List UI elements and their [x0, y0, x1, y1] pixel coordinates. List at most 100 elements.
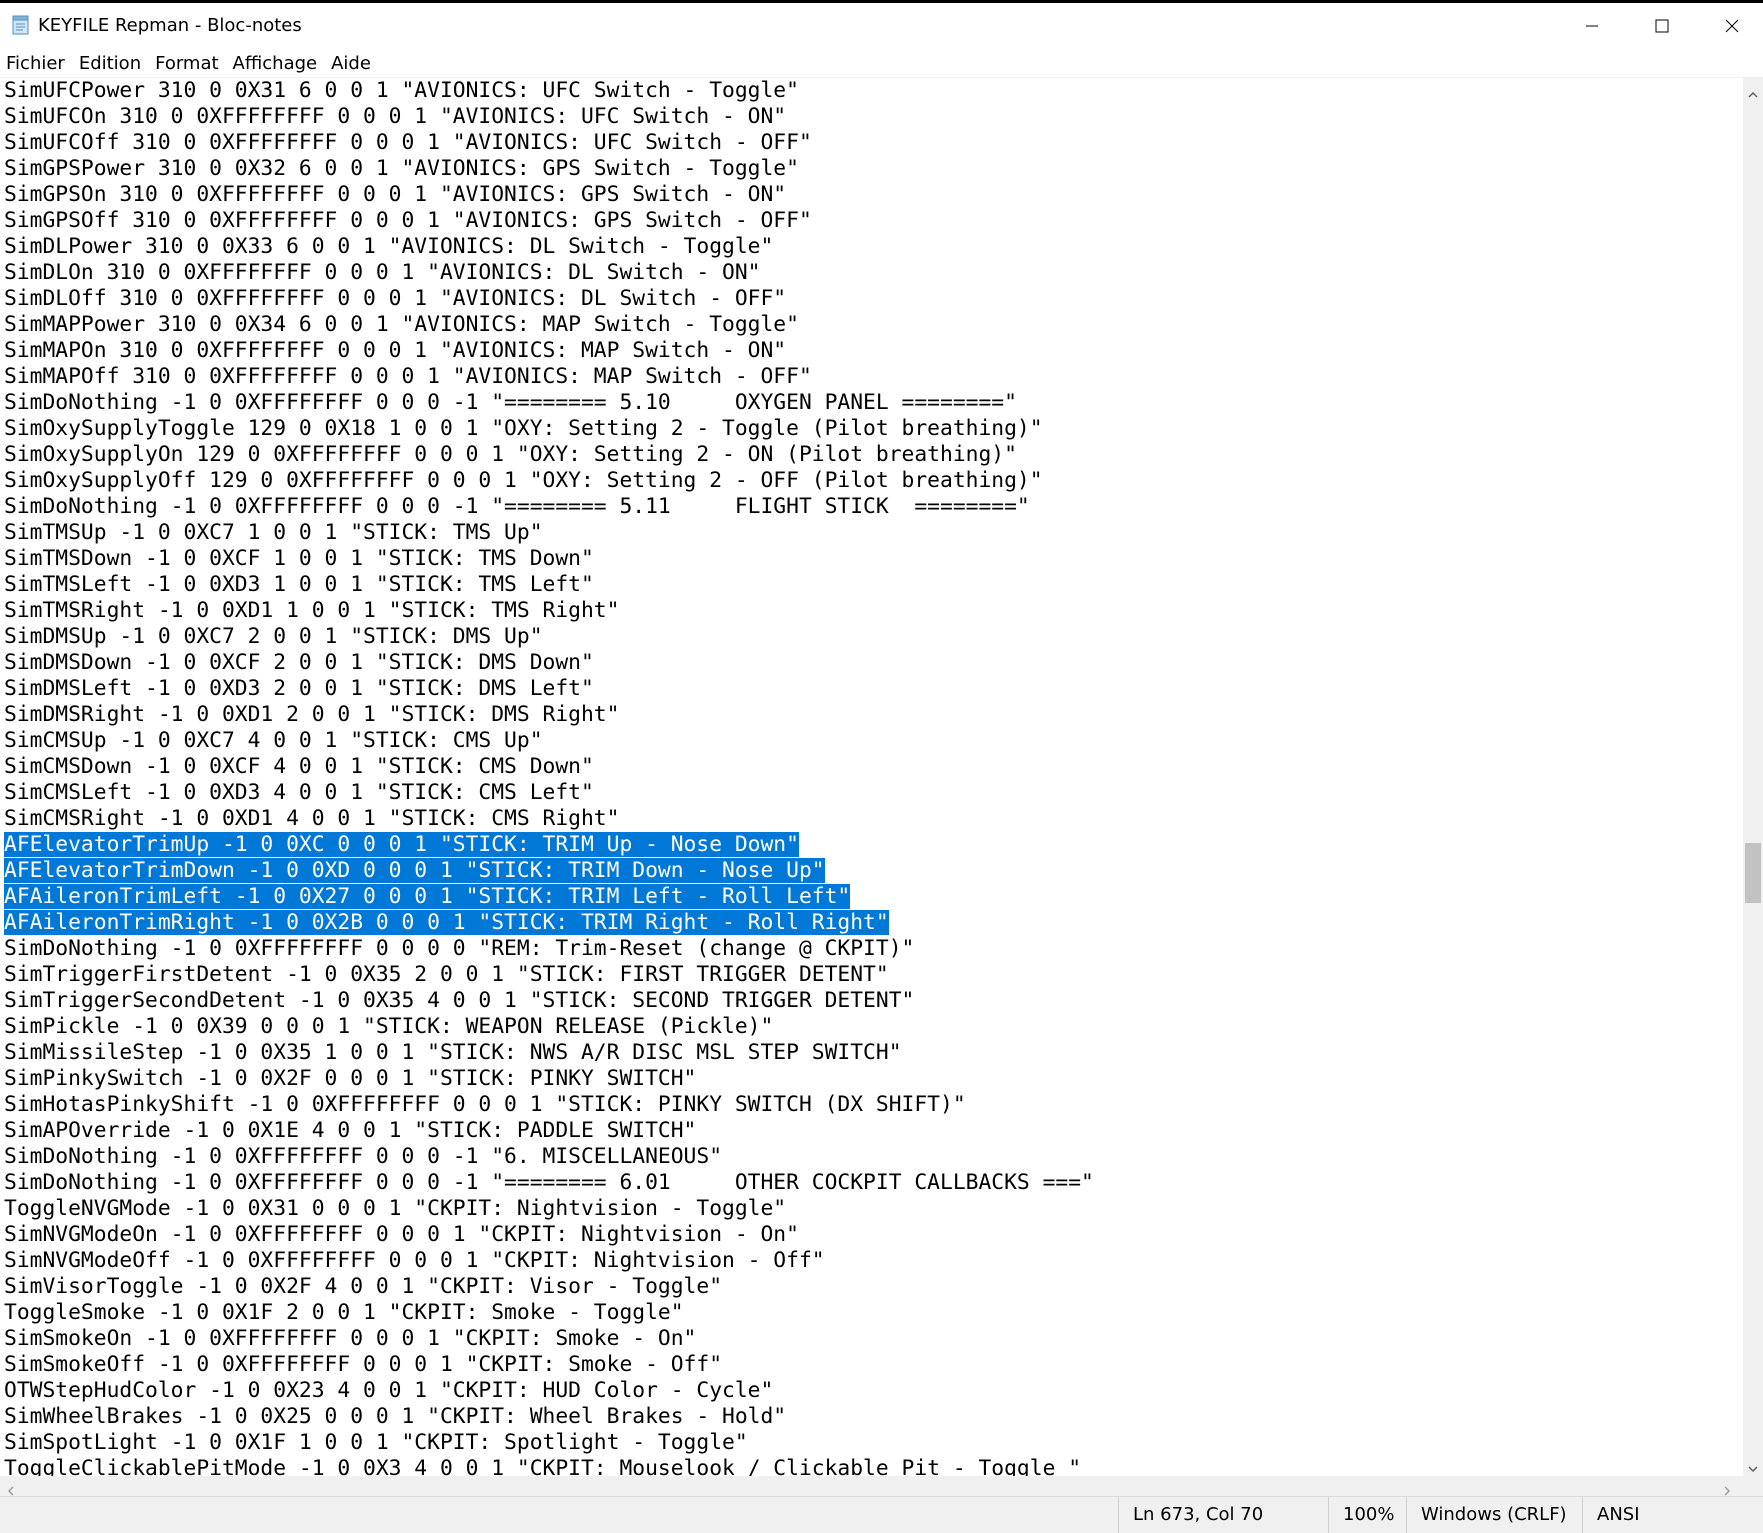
maximize-icon — [1654, 18, 1670, 38]
text-line-content: SimTMSRight -1 0 0XD1 1 0 0 1 "STICK: TM… — [4, 598, 620, 623]
selected-text-line: AFAileronTrimRight -1 0 0X2B 0 0 0 1 "ST… — [4, 910, 1094, 936]
text-line-content: AFElevatorTrimUp -1 0 0XC 0 0 0 1 "STICK… — [4, 832, 799, 857]
text-line-content: SimDMSLeft -1 0 0XD3 2 0 0 1 "STICK: DMS… — [4, 676, 594, 701]
text-line: SimOxySupplyOn 129 0 0XFFFFFFFF 0 0 0 1 … — [4, 442, 1094, 468]
vertical-scrollbar[interactable] — [1743, 77, 1763, 1476]
text-line-content: SimDMSRight -1 0 0XD1 2 0 0 1 "STICK: DM… — [4, 702, 620, 727]
text-line-content: SimTMSLeft -1 0 0XD3 1 0 0 1 "STICK: TMS… — [4, 572, 594, 597]
minimize-icon — [1584, 18, 1600, 38]
text-line-content: SimHotasPinkyShift -1 0 0XFFFFFFFF 0 0 0… — [4, 1092, 966, 1117]
scroll-down-icon[interactable] — [1748, 1459, 1758, 1473]
menu-bar: Fichier Edition Format Affichage Aide — [0, 49, 1763, 77]
text-line: SimDoNothing -1 0 0XFFFFFFFF 0 0 0 0 "RE… — [4, 936, 1094, 962]
horizontal-scrollbar[interactable] — [0, 1476, 1743, 1496]
text-line-content: SimDLOn 310 0 0XFFFFFFFF 0 0 0 1 "AVIONI… — [4, 260, 761, 285]
text-line: SimCMSUp -1 0 0XC7 4 0 0 1 "STICK: CMS U… — [4, 728, 1094, 754]
text-line-content: SimOxySupplyOn 129 0 0XFFFFFFFF 0 0 0 1 … — [4, 442, 1017, 467]
scrollbar-corner — [1743, 1476, 1763, 1496]
text-line: SimTMSDown -1 0 0XCF 1 0 0 1 "STICK: TMS… — [4, 546, 1094, 572]
text-editor[interactable]: SimUFCPower 310 0 0X31 6 0 0 1 "AVIONICS… — [0, 77, 1743, 1477]
text-line: SimUFCPower 310 0 0X31 6 0 0 1 "AVIONICS… — [4, 78, 1094, 104]
close-button[interactable] — [1697, 6, 1763, 50]
scroll-right-icon[interactable] — [1722, 1481, 1732, 1496]
text-line-content: SimUFCOff 310 0 0XFFFFFFFF 0 0 0 1 "AVIO… — [4, 130, 812, 155]
text-line-content: SimCMSRight -1 0 0XD1 4 0 0 1 "STICK: CM… — [4, 806, 620, 831]
vertical-scroll-thumb[interactable] — [1745, 843, 1761, 903]
text-line-content: ToggleClickablePitMode -1 0 0X3 4 0 0 1 … — [4, 1456, 1082, 1477]
text-line: OTWStepHudColor -1 0 0X23 4 0 0 1 "CKPIT… — [4, 1378, 1094, 1404]
text-line: SimSmokeOff -1 0 0XFFFFFFFF 0 0 0 1 "CKP… — [4, 1352, 1094, 1378]
text-line-content: SimPinkySwitch -1 0 0X2F 0 0 0 1 "STICK:… — [4, 1066, 697, 1091]
text-line-content: SimUFCPower 310 0 0X31 6 0 0 1 "AVIONICS… — [4, 78, 799, 103]
text-line-content: SimGPSPower 310 0 0X32 6 0 0 1 "AVIONICS… — [4, 156, 799, 181]
maximize-button[interactable] — [1627, 6, 1697, 50]
text-line-content: AFAileronTrimRight -1 0 0X2B 0 0 0 1 "ST… — [4, 910, 889, 935]
minimize-button[interactable] — [1557, 6, 1627, 50]
status-bar: Ln 673, Col 70 100% Windows (CRLF) ANSI — [0, 1496, 1763, 1533]
text-line: SimUFCOff 310 0 0XFFFFFFFF 0 0 0 1 "AVIO… — [4, 130, 1094, 156]
text-line: SimMAPOn 310 0 0XFFFFFFFF 0 0 0 1 "AVION… — [4, 338, 1094, 364]
text-line-content: SimWheelBrakes -1 0 0X25 0 0 0 1 "CKPIT:… — [4, 1404, 787, 1429]
text-line: SimGPSOn 310 0 0XFFFFFFFF 0 0 0 1 "AVION… — [4, 182, 1094, 208]
menu-affichage[interactable]: Affichage — [233, 53, 318, 74]
scroll-up-icon[interactable] — [1748, 85, 1758, 98]
text-line: SimCMSDown -1 0 0XCF 4 0 0 1 "STICK: CMS… — [4, 754, 1094, 780]
text-line: SimDMSDown -1 0 0XCF 2 0 0 1 "STICK: DMS… — [4, 650, 1094, 676]
text-line: SimNVGModeOn -1 0 0XFFFFFFFF 0 0 0 1 "CK… — [4, 1222, 1094, 1248]
text-line-content: SimDoNothing -1 0 0XFFFFFFFF 0 0 0 -1 "6… — [4, 1144, 723, 1169]
text-line: SimDMSUp -1 0 0XC7 2 0 0 1 "STICK: DMS U… — [4, 624, 1094, 650]
text-line-content: SimCMSLeft -1 0 0XD3 4 0 0 1 "STICK: CMS… — [4, 780, 594, 805]
text-line-content: SimSmokeOff -1 0 0XFFFFFFFF 0 0 0 1 "CKP… — [4, 1352, 723, 1377]
text-line: SimNVGModeOff -1 0 0XFFFFFFFF 0 0 0 1 "C… — [4, 1248, 1094, 1274]
text-line-content: SimSmokeOn -1 0 0XFFFFFFFF 0 0 0 1 "CKPI… — [4, 1326, 697, 1351]
line-ending: Windows (CRLF) — [1406, 1497, 1582, 1533]
text-line-content: SimVisorToggle -1 0 0X2F 4 0 0 1 "CKPIT:… — [4, 1274, 723, 1299]
text-line: SimDoNothing -1 0 0XFFFFFFFF 0 0 0 -1 "6… — [4, 1144, 1094, 1170]
text-line: SimWheelBrakes -1 0 0X25 0 0 0 1 "CKPIT:… — [4, 1404, 1094, 1430]
text-line: SimSmokeOn -1 0 0XFFFFFFFF 0 0 0 1 "CKPI… — [4, 1326, 1094, 1352]
text-line: SimTriggerFirstDetent -1 0 0X35 2 0 0 1 … — [4, 962, 1094, 988]
zoom-level: 100% — [1328, 1497, 1406, 1533]
menu-format[interactable]: Format — [155, 53, 218, 74]
text-line-content: SimOxySupplyOff 129 0 0XFFFFFFFF 0 0 0 1… — [4, 468, 1043, 493]
text-line: SimDLPower 310 0 0X33 6 0 0 1 "AVIONICS:… — [4, 234, 1094, 260]
text-line: SimCMSLeft -1 0 0XD3 4 0 0 1 "STICK: CMS… — [4, 780, 1094, 806]
text-line-content: SimUFCOn 310 0 0XFFFFFFFF 0 0 0 1 "AVION… — [4, 104, 787, 129]
menu-edition[interactable]: Edition — [79, 53, 141, 74]
text-line-content: SimCMSDown -1 0 0XCF 4 0 0 1 "STICK: CMS… — [4, 754, 594, 779]
text-line-content: SimDMSUp -1 0 0XC7 2 0 0 1 "STICK: DMS U… — [4, 624, 543, 649]
text-line-content: SimTriggerSecondDetent -1 0 0X35 4 0 0 1… — [4, 988, 915, 1013]
text-line: SimSpotLight -1 0 0X1F 1 0 0 1 "CKPIT: S… — [4, 1430, 1094, 1456]
text-line-content: SimOxySupplyToggle 129 0 0X18 1 0 0 1 "O… — [4, 416, 1043, 441]
text-line-content: SimDLOff 310 0 0XFFFFFFFF 0 0 0 1 "AVION… — [4, 286, 787, 311]
cursor-position: Ln 673, Col 70 — [1118, 1497, 1328, 1533]
text-line: ToggleNVGMode -1 0 0X31 0 0 0 1 "CKPIT: … — [4, 1196, 1094, 1222]
text-line: ToggleClickablePitMode -1 0 0X3 4 0 0 1 … — [4, 1456, 1094, 1477]
text-line-content: SimNVGModeOn -1 0 0XFFFFFFFF 0 0 0 1 "CK… — [4, 1222, 799, 1247]
text-line-content: AFAileronTrimLeft -1 0 0X27 0 0 0 1 "STI… — [4, 884, 851, 909]
text-line-content: SimDoNothing -1 0 0XFFFFFFFF 0 0 0 -1 "=… — [4, 390, 1017, 415]
text-line-content: SimMissileStep -1 0 0X35 1 0 0 1 "STICK:… — [4, 1040, 902, 1065]
text-line-content: AFElevatorTrimDown -1 0 0XD 0 0 0 1 "STI… — [4, 858, 825, 883]
text-line-content: ToggleNVGMode -1 0 0X31 0 0 0 1 "CKPIT: … — [4, 1196, 787, 1221]
text-line: SimGPSOff 310 0 0XFFFFFFFF 0 0 0 1 "AVIO… — [4, 208, 1094, 234]
menu-fichier[interactable]: Fichier — [6, 53, 65, 74]
text-line-content: SimDoNothing -1 0 0XFFFFFFFF 0 0 0 -1 "=… — [4, 1170, 1094, 1195]
menu-aide[interactable]: Aide — [331, 53, 371, 74]
scroll-left-icon[interactable] — [6, 1481, 16, 1496]
text-line: SimCMSRight -1 0 0XD1 4 0 0 1 "STICK: CM… — [4, 806, 1094, 832]
text-line: SimDoNothing -1 0 0XFFFFFFFF 0 0 0 -1 "=… — [4, 390, 1094, 416]
text-line-content: SimNVGModeOff -1 0 0XFFFFFFFF 0 0 0 1 "C… — [4, 1248, 825, 1273]
text-content: SimUFCPower 310 0 0X31 6 0 0 1 "AVIONICS… — [4, 78, 1094, 1477]
text-line: SimDLOn 310 0 0XFFFFFFFF 0 0 0 1 "AVIONI… — [4, 260, 1094, 286]
text-line-content: SimSpotLight -1 0 0X1F 1 0 0 1 "CKPIT: S… — [4, 1430, 748, 1455]
text-line-content: SimDLPower 310 0 0X33 6 0 0 1 "AVIONICS:… — [4, 234, 774, 259]
close-icon — [1724, 18, 1740, 38]
text-line-content: SimDoNothing -1 0 0XFFFFFFFF 0 0 0 -1 "=… — [4, 494, 1030, 519]
title-bar[interactable]: KEYFILE Repman - Bloc-notes — [0, 3, 1763, 49]
text-line: SimMissileStep -1 0 0X35 1 0 0 1 "STICK:… — [4, 1040, 1094, 1066]
selected-text-line: AFElevatorTrimUp -1 0 0XC 0 0 0 1 "STICK… — [4, 832, 1094, 858]
text-line-content: SimTriggerFirstDetent -1 0 0X35 2 0 0 1 … — [4, 962, 889, 987]
text-line-content: SimMAPPower 310 0 0X34 6 0 0 1 "AVIONICS… — [4, 312, 799, 337]
text-line: SimOxySupplyOff 129 0 0XFFFFFFFF 0 0 0 1… — [4, 468, 1094, 494]
